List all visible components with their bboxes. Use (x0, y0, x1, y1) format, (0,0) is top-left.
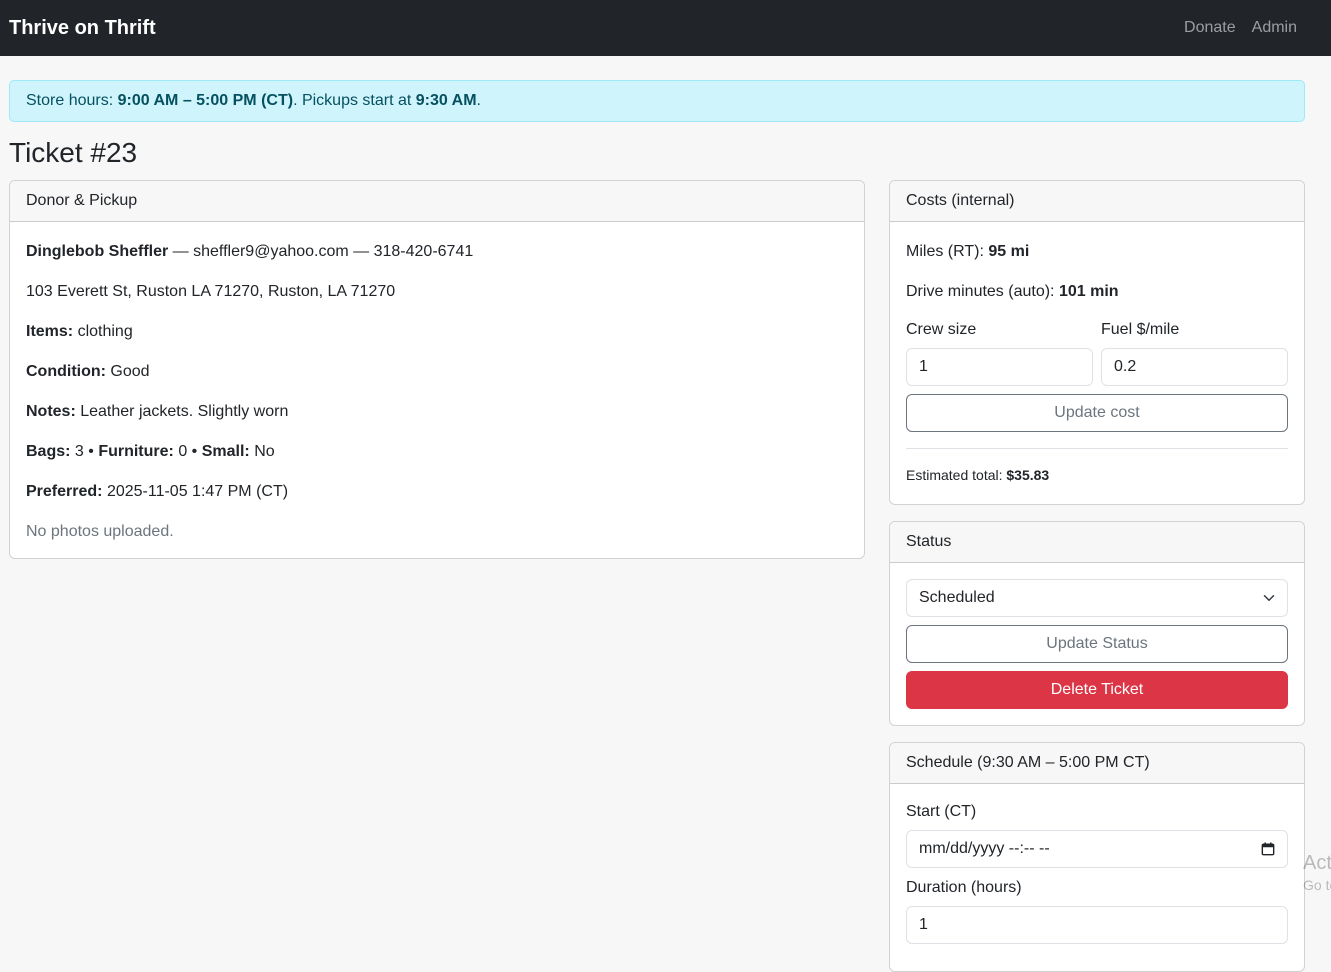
total-label: Estimated total: (906, 467, 1003, 483)
crew-size-value: 1 (919, 358, 928, 375)
alert-hours: 9:00 AM – 5:00 PM (CT) (117, 92, 294, 109)
donor-phone: 318-420-6741 (373, 243, 474, 260)
status-card: Status Scheduled Update Status Delete Ti… (889, 521, 1305, 726)
condition-label: Condition: (26, 363, 106, 380)
start-datetime-input[interactable]: mm/dd/yyyy --:-- -- (906, 830, 1288, 868)
donor-email: sheffler9@yahoo.com (193, 243, 349, 260)
chevron-down-icon (1263, 595, 1275, 601)
costs-card-header: Costs (internal) (890, 181, 1304, 222)
page-title: Ticket #23 (9, 137, 138, 168)
miles-line: Miles (RT): 95 mi (906, 238, 1288, 278)
donor-name: Dinglebob Sheffler (26, 243, 169, 260)
calendar-icon[interactable] (1261, 842, 1275, 856)
contact-sep: — (168, 243, 194, 260)
alert-pickup-start: 9:30 AM (415, 92, 477, 109)
bullet-sep: • (83, 443, 99, 460)
schedule-card-header: Schedule (9:30 AM – 5:00 PM CT) (890, 743, 1304, 784)
watermark-line1: Activate Windows (1303, 852, 1331, 874)
notes-label: Notes: (26, 403, 76, 420)
contact-sep: — (348, 243, 374, 260)
alert-suffix: . (476, 92, 481, 109)
bags-value: 3 (74, 443, 84, 460)
drive-line: Drive minutes (auto): 101 min (906, 278, 1288, 318)
furniture-value: 0 (178, 443, 188, 460)
status-card-header: Status (890, 522, 1304, 563)
update-status-button[interactable]: Update Status (906, 625, 1288, 663)
alert-middle: . Pickups start at (293, 92, 416, 109)
bags-label: Bags: (26, 443, 71, 460)
brand-logo[interactable]: Thrive on Thrift (9, 17, 156, 40)
duration-input[interactable]: 1 (906, 906, 1288, 944)
notes-value: Leather jackets. Slightly worn (80, 403, 289, 420)
miles-value: 95 mi (988, 243, 1030, 260)
schedule-card: Schedule (9:30 AM – 5:00 PM CT) Start (C… (889, 742, 1305, 972)
divider (906, 448, 1288, 449)
delete-ticket-button[interactable]: Delete Ticket (906, 671, 1288, 709)
status-select[interactable]: Scheduled (906, 579, 1288, 617)
donor-preferred-line: Preferred: 2025-11-05 1:47 PM (CT) (26, 478, 848, 518)
crew-size-label: Crew size (906, 321, 977, 338)
fuel-per-mile-value: 0.2 (1114, 358, 1137, 375)
crew-size-input[interactable]: 1 (906, 348, 1093, 386)
miles-label: Miles (RT): (906, 243, 984, 260)
donor-items-line: Items: clothing (26, 318, 848, 358)
duration-value: 1 (919, 916, 928, 933)
preferred-value: 2025-11-05 1:47 PM (CT) (106, 483, 289, 500)
store-hours-alert: Store hours: 9:00 AM – 5:00 PM (CT) . Pi… (9, 80, 1305, 122)
navbar: Thrive on Thrift Donate Admin (0, 0, 1331, 56)
preferred-label: Preferred: (26, 483, 103, 500)
update-cost-button[interactable]: Update cost (906, 394, 1288, 432)
bullet-sep: • (187, 443, 202, 460)
start-placeholder: mm/dd/yyyy --:-- -- (919, 840, 1050, 857)
drive-value: 101 min (1058, 283, 1119, 300)
start-label: Start (CT) (906, 803, 977, 820)
donor-counts-line: Bags: 3 • Furniture: 0 • Small: No (26, 438, 848, 478)
small-label: Small: (201, 443, 250, 460)
items-label: Items: (26, 323, 74, 340)
donor-address: 103 Everett St, Ruston LA 71270, Ruston,… (26, 283, 396, 300)
watermark-line2: Go to Settings to activate Windows. (1303, 877, 1331, 893)
duration-label: Duration (hours) (906, 879, 1022, 896)
donor-condition-line: Condition: Good (26, 358, 848, 398)
nav-link-admin[interactable]: Admin (1252, 19, 1297, 37)
nav-link-donate[interactable]: Donate (1184, 19, 1236, 37)
fuel-label: Fuel $/mile (1101, 321, 1180, 338)
nav-links: Donate Admin (1184, 19, 1297, 37)
status-selected-value: Scheduled (919, 589, 995, 606)
donor-contact-line: Dinglebob Sheffler — sheffler9@yahoo.com… (26, 238, 848, 278)
donor-card: Donor & Pickup Dinglebob Sheffler — shef… (9, 180, 865, 559)
photos-status: No photos uploaded. (26, 523, 174, 540)
donor-card-header: Donor & Pickup (10, 181, 864, 222)
items-value: clothing (77, 323, 133, 340)
donor-notes-line: Notes: Leather jackets. Slightly worn (26, 398, 848, 438)
furniture-label: Furniture: (98, 443, 174, 460)
activation-watermark: Activate Windows Go to Settings to activ… (1303, 852, 1331, 896)
drive-label: Drive minutes (auto): (906, 283, 1055, 300)
fuel-per-mile-input[interactable]: 0.2 (1101, 348, 1288, 386)
costs-card: Costs (internal) Miles (RT): 95 mi Drive… (889, 180, 1305, 505)
total-value: $35.83 (1006, 467, 1050, 483)
alert-prefix: Store hours: (26, 92, 118, 109)
small-value: No (254, 443, 275, 460)
estimated-total-line: Estimated total: $35.83 (906, 467, 1288, 483)
condition-value: Good (110, 363, 150, 380)
